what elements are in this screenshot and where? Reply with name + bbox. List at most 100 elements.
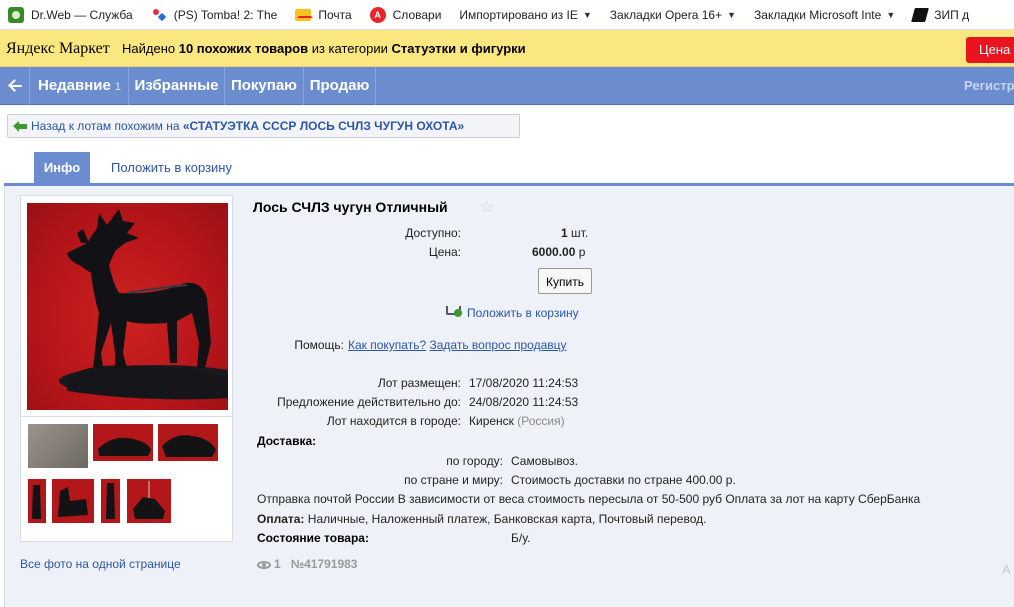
delivery-world-label: по стране и миру: <box>404 473 503 487</box>
add-to-cart-link[interactable]: Положить в корзину <box>467 306 579 320</box>
found-count: 10 похожих товаров <box>178 41 309 56</box>
delivery-city-label: по городу: <box>446 454 503 468</box>
posted-label: Лот размещен: <box>377 376 461 390</box>
found-prefix: Найдено <box>122 41 176 56</box>
caret-down-icon: ▼ <box>582 9 592 20</box>
price-unit: р <box>578 245 586 259</box>
delivery-world-value: Стоимость доставки по стране 400.00 р. <box>511 473 736 487</box>
valid-until-label: Предложение действительно до: <box>277 395 461 409</box>
nav-buying[interactable]: Покупаю <box>225 67 304 105</box>
shipping-note: Отправка почтой России В зависимости от … <box>257 492 921 506</box>
tab-info[interactable]: Инфо <box>34 152 90 183</box>
bookmark-label: Закладки Opera 16+ <box>609 7 723 22</box>
bookmark-label: Закладки Microsoft Inte <box>754 7 882 22</box>
main-photo[interactable] <box>27 203 228 410</box>
back-link-target: «СТАТУЭТКА СССР ЛОСЬ СЧЛЗ ЧУГУН ОХОТА» <box>182 119 465 133</box>
back-to-similar-link[interactable]: Назад к лотам похожим на «СТАТУЭТКА СССР… <box>7 114 520 138</box>
bookmark-label: Dr.Web — Служба <box>31 7 133 22</box>
available-value: 1 шт. <box>561 226 588 240</box>
bookmark-label: Импортировано из IE <box>459 7 578 22</box>
city-value: Киренск (Россия) <box>469 414 565 428</box>
available-label: Доступно: <box>405 226 461 240</box>
playstation-icon <box>151 7 167 23</box>
back-link-prefix: Назад к лотам похожим на <box>31 119 180 133</box>
price-button[interactable]: Цена с <box>966 37 1014 63</box>
nav-recent-label: Недавние <box>37 77 111 94</box>
nav-favorites[interactable]: Избранные <box>129 67 225 105</box>
main-nav: Недавние 1 Избранные Покупаю Продаю Регис… <box>0 67 1014 105</box>
thumbnail-gallery <box>20 417 233 542</box>
dictionary-icon: A <box>369 6 386 23</box>
bookmark-mail[interactable]: Почта <box>287 8 361 22</box>
available-number: 1 <box>561 226 568 240</box>
delivery-city-value: Самовывоз. <box>511 454 579 468</box>
ask-seller-link[interactable]: Задать вопрос продавцу <box>429 338 566 352</box>
views-count: 1 <box>274 557 281 571</box>
bookmark-label: (PS) Tomba! 2: The <box>173 7 278 22</box>
add-to-cart-icon[interactable] <box>445 303 462 317</box>
bookmark-folder-microsoft[interactable]: Закладки Microsoft Inte ▼ <box>746 8 905 22</box>
condition-label: Состояние товара: <box>257 531 369 545</box>
price-label: Цена: <box>428 245 461 259</box>
payment-row: Оплата: Наличные, Наложенный платеж, Бан… <box>257 512 706 526</box>
condition-value: Б/у. <box>511 531 531 545</box>
bookmark-label: Почта <box>318 7 352 22</box>
bookmark-folder-ie[interactable]: Импортировано из IE ▼ <box>451 8 601 22</box>
drweb-icon <box>8 6 24 23</box>
thumbnail-5[interactable] <box>52 479 94 523</box>
nav-selling[interactable]: Продаю <box>304 67 376 105</box>
thumbnail-1[interactable] <box>28 424 88 468</box>
bookmark-dictionary[interactable]: A Словари <box>362 6 452 23</box>
price-number: 6000.00 <box>532 245 576 259</box>
buy-button[interactable]: Купить <box>538 268 592 294</box>
star-icon[interactable]: ☆ <box>480 197 496 216</box>
main-photo-card <box>20 195 233 417</box>
bookmark-drweb[interactable]: Dr.Web — Служба <box>0 6 143 23</box>
payment-label: Оплата: <box>257 512 305 526</box>
tab-add-to-cart[interactable]: Положить в корзину <box>111 160 232 175</box>
thumbnail-4[interactable] <box>28 479 46 523</box>
found-category: Статуэтки и фигурки <box>391 41 526 56</box>
thumbnail-7[interactable] <box>127 479 171 523</box>
lot-number: №41791983 <box>290 557 358 571</box>
nav-recent[interactable]: Недавние 1 <box>31 67 129 105</box>
help-label: Помощь: <box>294 338 344 352</box>
nav-register[interactable]: Регистр <box>964 78 1014 93</box>
bookmark-tomba[interactable]: (PS) Tomba! 2: The <box>143 7 288 23</box>
yandex-market-logo[interactable]: Яндекс Маркет <box>6 40 110 58</box>
moose-figurine-image <box>59 209 228 400</box>
valid-until-value: 24/08/2020 11:24:53 <box>469 395 579 409</box>
back-link-text: Назад к лотам похожим на «СТАТУЭТКА СССР… <box>31 119 464 133</box>
delivery-title: Доставка: <box>257 434 317 448</box>
green-back-arrow-icon <box>13 121 27 132</box>
eye-icon <box>257 560 271 569</box>
bookmark-folder-opera[interactable]: Закладки Opera 16+ ▼ <box>602 8 746 22</box>
lot-panel: Все фото на одной странице Лось СЧЛЗ чуг… <box>4 186 1014 607</box>
help-links: Как покупать? Задать вопрос продавцу <box>348 338 567 352</box>
thumbnail-3[interactable] <box>158 424 218 461</box>
bookmark-label: ЗИП д <box>934 7 970 22</box>
found-mid: из категории <box>311 41 388 56</box>
payment-value: Наличные, Наложенный платеж, Банковская … <box>307 512 707 526</box>
lot-stats: 1 №41791983 <box>257 557 357 571</box>
found-similar-text[interactable]: Найдено 10 похожих товаров из категории … <box>122 41 526 56</box>
caret-down-icon: ▼ <box>727 9 737 20</box>
thumbnail-2[interactable] <box>93 424 153 461</box>
mail-icon <box>295 8 314 21</box>
price-value: 6000.00 р <box>532 245 585 259</box>
yandex-market-bar: Яндекс Маркет Найдено 10 похожих товаров… <box>0 30 1014 67</box>
all-photos-link[interactable]: Все фото на одной странице <box>20 557 181 571</box>
lot-title: Лось СЧЛЗ чугун Отличный <box>253 199 448 215</box>
caret-down-icon: ▼ <box>886 9 896 20</box>
nav-recent-count: 1 <box>114 81 121 93</box>
bookmark-label: Словари <box>392 7 442 22</box>
back-arrow-icon[interactable] <box>0 67 30 105</box>
how-to-buy-link[interactable]: Как покупать? <box>348 338 426 352</box>
gun-icon <box>911 7 930 22</box>
city-name: Киренск <box>469 414 514 428</box>
available-unit: шт. <box>571 226 589 240</box>
thumbnail-6[interactable] <box>101 479 120 523</box>
bookmark-zip[interactable]: ЗИП д <box>905 7 979 22</box>
corner-glyph: А <box>1002 562 1011 577</box>
posted-value: 17/08/2020 11:24:53 <box>469 376 579 390</box>
